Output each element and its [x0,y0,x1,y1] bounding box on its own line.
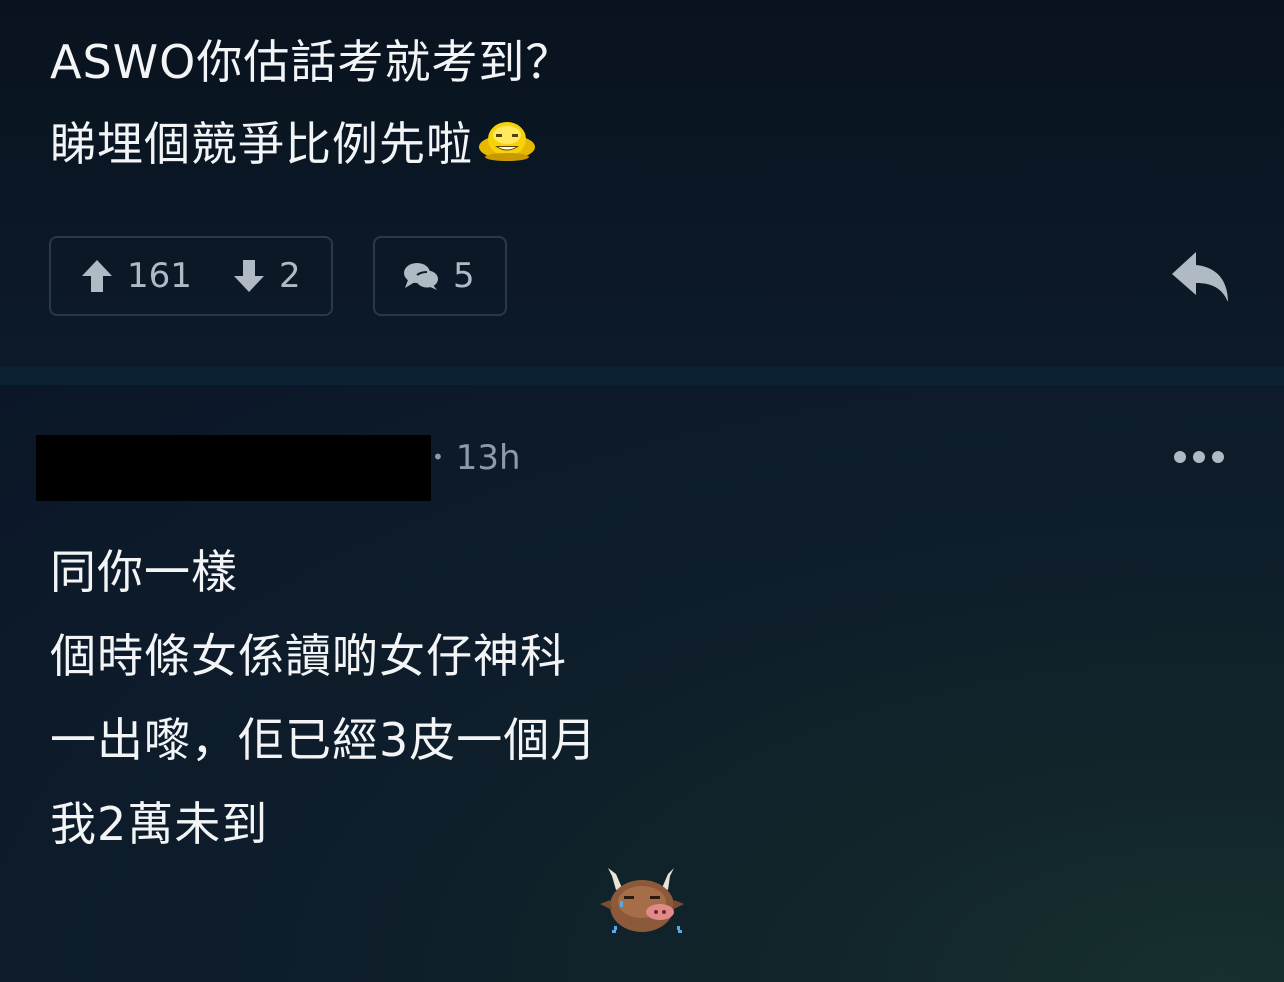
downvote-button[interactable]: 2 [233,238,301,314]
reply-arrow-icon [1172,252,1228,302]
post-text-line-1: ASWO你估話考就考到？ [50,35,573,89]
meta-separator: • [432,444,444,469]
crying-bull-emoji-icon [598,866,688,942]
post-text-line-2-text: 睇埋個競爭比例先啦 [50,117,473,171]
vote-box: 161 2 [49,236,333,316]
reply-text-line-3: 一出嚟，佢已經3皮一個月 [50,713,598,767]
post-panel: ASWO你估話考就考到？ 睇埋個競爭比例先啦 161 2 5 [0,0,1284,367]
comment-count: 5 [453,256,475,296]
section-divider [0,367,1284,385]
reply-text-line-1: 同你一樣 [50,545,238,599]
reply-time: 13h [455,438,521,478]
redacted-username [36,435,431,501]
downvote-count: 2 [279,256,301,296]
reply-meta: • 13h [432,434,521,482]
reply-button[interactable] [1170,250,1232,304]
grinning-face-emoji-icon [477,119,537,177]
arrow-down-icon [234,260,264,292]
upvote-button[interactable]: 161 [81,238,192,314]
more-options-button[interactable] [1170,440,1228,474]
arrow-up-icon [82,260,112,292]
thread-screen: ASWO你估話考就考到？ 睇埋個競爭比例先啦 161 2 5 • 13h 同你一… [0,0,1284,982]
reply-text-line-2: 個時條女係讀啲女仔神科 [50,629,567,683]
chat-bubbles-icon [404,263,438,290]
post-text-line-2: 睇埋個競爭比例先啦 [50,116,537,177]
comments-button[interactable]: 5 [373,236,507,316]
reply-text-line-4: 我2萬未到 [50,797,269,851]
more-dots-icon [1174,451,1224,463]
upvote-count: 161 [127,256,192,296]
comments-item: 5 [403,238,475,314]
